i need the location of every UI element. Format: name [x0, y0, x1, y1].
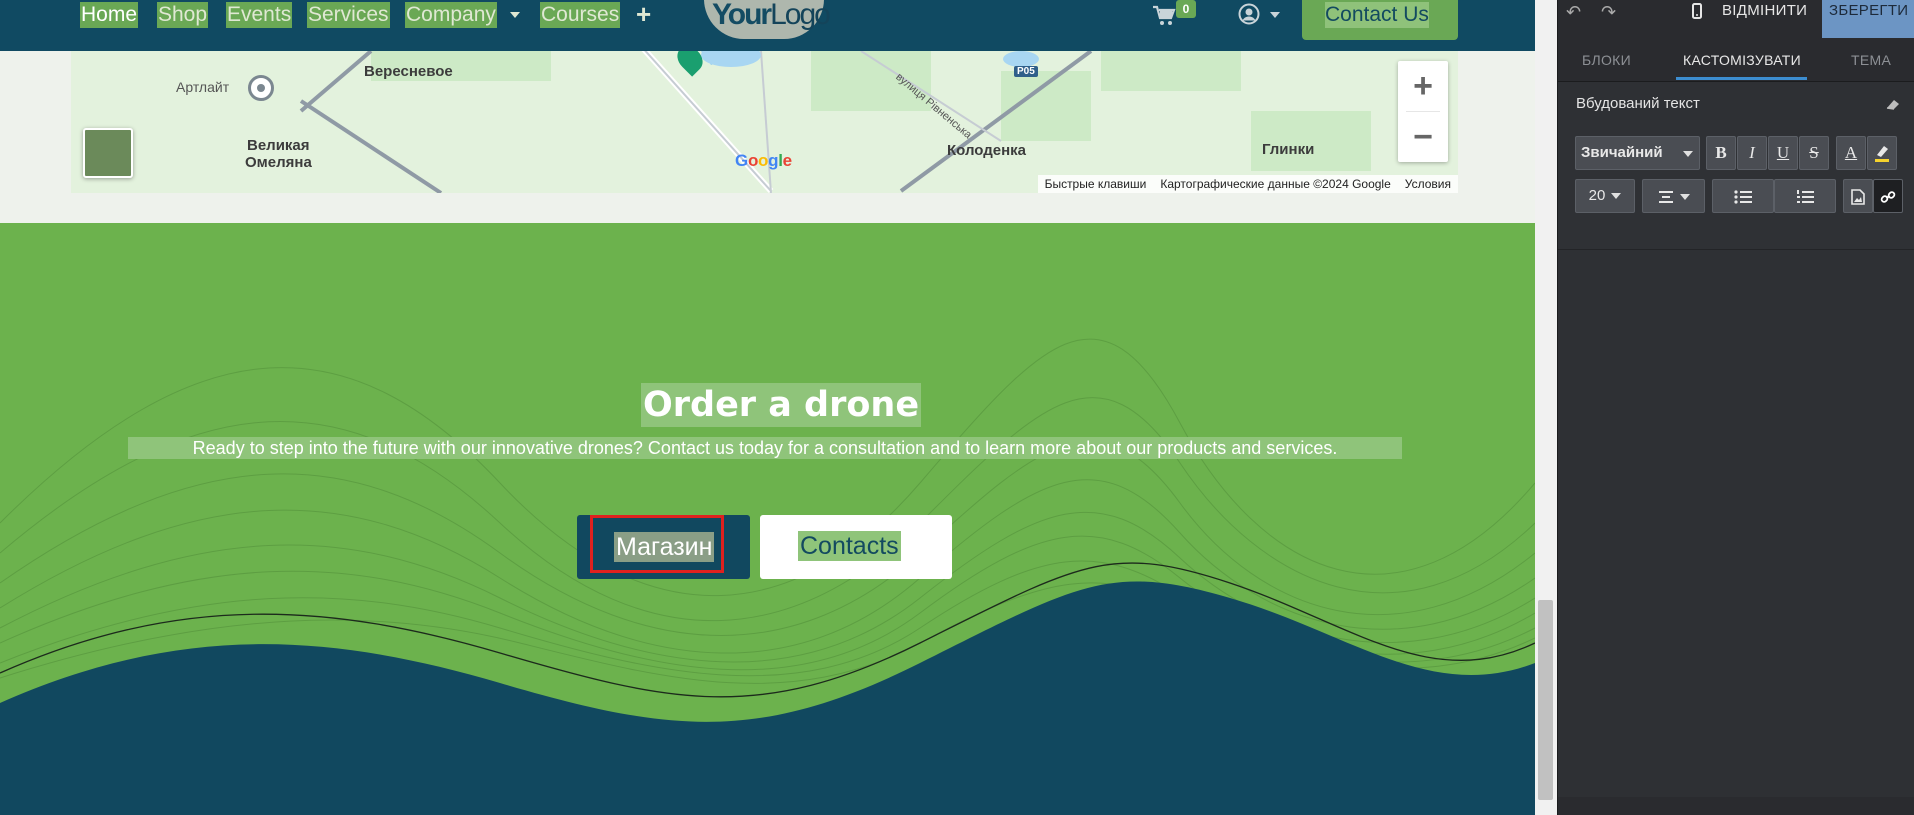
nav-company[interactable]: Company	[405, 2, 497, 28]
editor-panel: ↶ ↷ ВІДМІНИТИ ЗБЕРЕГТИ БЛОКИ КАСТОМІЗУВА…	[1557, 0, 1914, 815]
paragraph-style-value: Звичайний	[1581, 144, 1663, 161]
link-icon	[1880, 190, 1896, 203]
nav-events[interactable]: Events	[226, 2, 293, 28]
nav-home[interactable]: Home	[80, 2, 139, 28]
chevron-down-icon	[1679, 193, 1690, 200]
map-satellite-toggle[interactable]	[83, 128, 133, 178]
shop-button[interactable]: Магазин	[577, 515, 750, 579]
panel-tabs: БЛОКИ КАСТОМІЗУВАТИ ТЕМА	[1558, 38, 1914, 82]
map-road-badge: P05	[1014, 66, 1038, 77]
map-zoom-control: + −	[1398, 61, 1448, 162]
font-color-button[interactable]: A	[1836, 136, 1866, 170]
company-chevron-down-icon[interactable]	[510, 12, 520, 18]
tab-theme[interactable]: ТЕМА	[1851, 38, 1891, 82]
text-format-toolbar: Звичайний B I U S A 20	[1558, 120, 1914, 250]
italic-button[interactable]: I	[1737, 136, 1767, 170]
nav-courses[interactable]: Courses	[540, 2, 621, 28]
logo-part-2: Logo	[770, 0, 831, 31]
map-label-kolodenka: Колоденка	[947, 142, 1027, 159]
eraser-icon[interactable]	[1885, 97, 1901, 111]
font-size-select[interactable]: 20	[1575, 179, 1635, 213]
contact-us-label: Contact Us	[1325, 2, 1429, 28]
font-size-value: 20	[1588, 187, 1606, 204]
save-button[interactable]: ЗБЕРЕГТИ	[1822, 0, 1914, 38]
map-label-artlait: Артлайт	[176, 79, 230, 95]
google-map[interactable]: Артлайт Вересневое Великая Омеляна Колод…	[71, 51, 1458, 193]
panel-header: ↶ ↷ ВІДМІНИТИ ЗБЕРЕГТИ	[1558, 0, 1914, 38]
insert-link-button[interactable]	[1873, 179, 1903, 213]
font-color-icon: A	[1844, 143, 1858, 162]
section-title[interactable]: Order a drone	[641, 383, 922, 427]
contacts-button-label: Contacts	[798, 531, 901, 561]
mobile-preview-icon[interactable]	[1688, 2, 1706, 24]
inline-text-heading: Вбудований текст	[1576, 95, 1700, 112]
map-label-veresnevoe: Вересневое	[364, 63, 453, 80]
undo-icon[interactable]: ↶	[1566, 2, 1588, 24]
zoom-in-button[interactable]: +	[1398, 61, 1448, 111]
numbered-list-button[interactable]	[1774, 179, 1836, 213]
cancel-button[interactable]: ВІДМІНИТИ	[1722, 0, 1807, 22]
contact-us-button[interactable]: Contact Us	[1302, 0, 1458, 40]
nav-services[interactable]: Services	[307, 2, 390, 28]
map-label-velikaya: Великая	[247, 137, 310, 154]
bullet-list-icon	[1734, 189, 1752, 204]
image-file-icon	[1851, 188, 1865, 205]
user-chevron-down-icon[interactable]	[1270, 12, 1280, 18]
tab-blocks[interactable]: БЛОКИ	[1582, 38, 1631, 82]
text-align-select[interactable]	[1642, 179, 1705, 213]
cart-icon[interactable]	[1152, 5, 1176, 27]
map-label-glinki: Глинки	[1262, 141, 1315, 158]
add-menu-item-plus-icon[interactable]: +	[636, 0, 651, 28]
map-label-omelyana: Омеляна	[245, 154, 312, 171]
map-data-credit: Картографические данные ©2024 Google	[1160, 177, 1391, 191]
shop-button-label[interactable]: Магазин	[614, 532, 715, 562]
underline-button[interactable]: U	[1768, 136, 1798, 170]
logo[interactable]: YourLogo	[712, 0, 831, 32]
tab-customize[interactable]: КАСТОМІЗУВАТИ	[1683, 38, 1801, 82]
redo-icon[interactable]: ↷	[1601, 2, 1623, 24]
map-roads	[299, 51, 1093, 193]
map-footer: Быстрые клавиши Картографические данные ©…	[1037, 175, 1458, 193]
google-logo: Google	[735, 151, 792, 170]
map-shortcuts-link[interactable]: Быстрые клавиши	[1038, 177, 1154, 191]
chevron-down-icon	[1683, 151, 1693, 157]
panel-footer	[1558, 797, 1914, 815]
user-avatar-icon[interactable]	[1238, 3, 1260, 25]
map-terms-link[interactable]: Условия	[1398, 177, 1458, 191]
highlight-color-button[interactable]	[1867, 136, 1897, 170]
paragraph-style-select[interactable]: Звичайний	[1575, 136, 1700, 170]
highlighter-icon	[1875, 146, 1889, 162]
page: Home Shop Events Services Company Course…	[0, 0, 1914, 815]
site-navbar: Home Shop Events Services Company Course…	[0, 0, 1535, 51]
align-center-icon	[1658, 190, 1673, 203]
insert-media-button[interactable]	[1843, 179, 1873, 213]
order-drone-section: Order a drone Ready to step into the fut…	[0, 223, 1535, 815]
bullet-list-button[interactable]	[1712, 179, 1774, 213]
strikethrough-button[interactable]: S	[1799, 136, 1829, 170]
section-subtitle[interactable]: Ready to step into the future with our i…	[128, 437, 1402, 459]
numbered-list-icon	[1797, 189, 1814, 203]
zoom-out-button[interactable]: −	[1398, 112, 1448, 162]
chevron-down-icon	[1611, 193, 1622, 200]
scrollbar-thumb[interactable]	[1538, 600, 1553, 800]
bold-button[interactable]: B	[1706, 136, 1736, 170]
contacts-button[interactable]: Contacts	[760, 515, 952, 579]
active-tab-indicator	[1676, 77, 1807, 80]
cart-count-badge: 0	[1176, 0, 1196, 18]
logo-part-1: Your	[712, 0, 772, 31]
map-location-pin-icon[interactable]	[248, 75, 274, 101]
nav-shop[interactable]: Shop	[157, 2, 209, 28]
website-preview: Home Shop Events Services Company Course…	[0, 0, 1535, 815]
